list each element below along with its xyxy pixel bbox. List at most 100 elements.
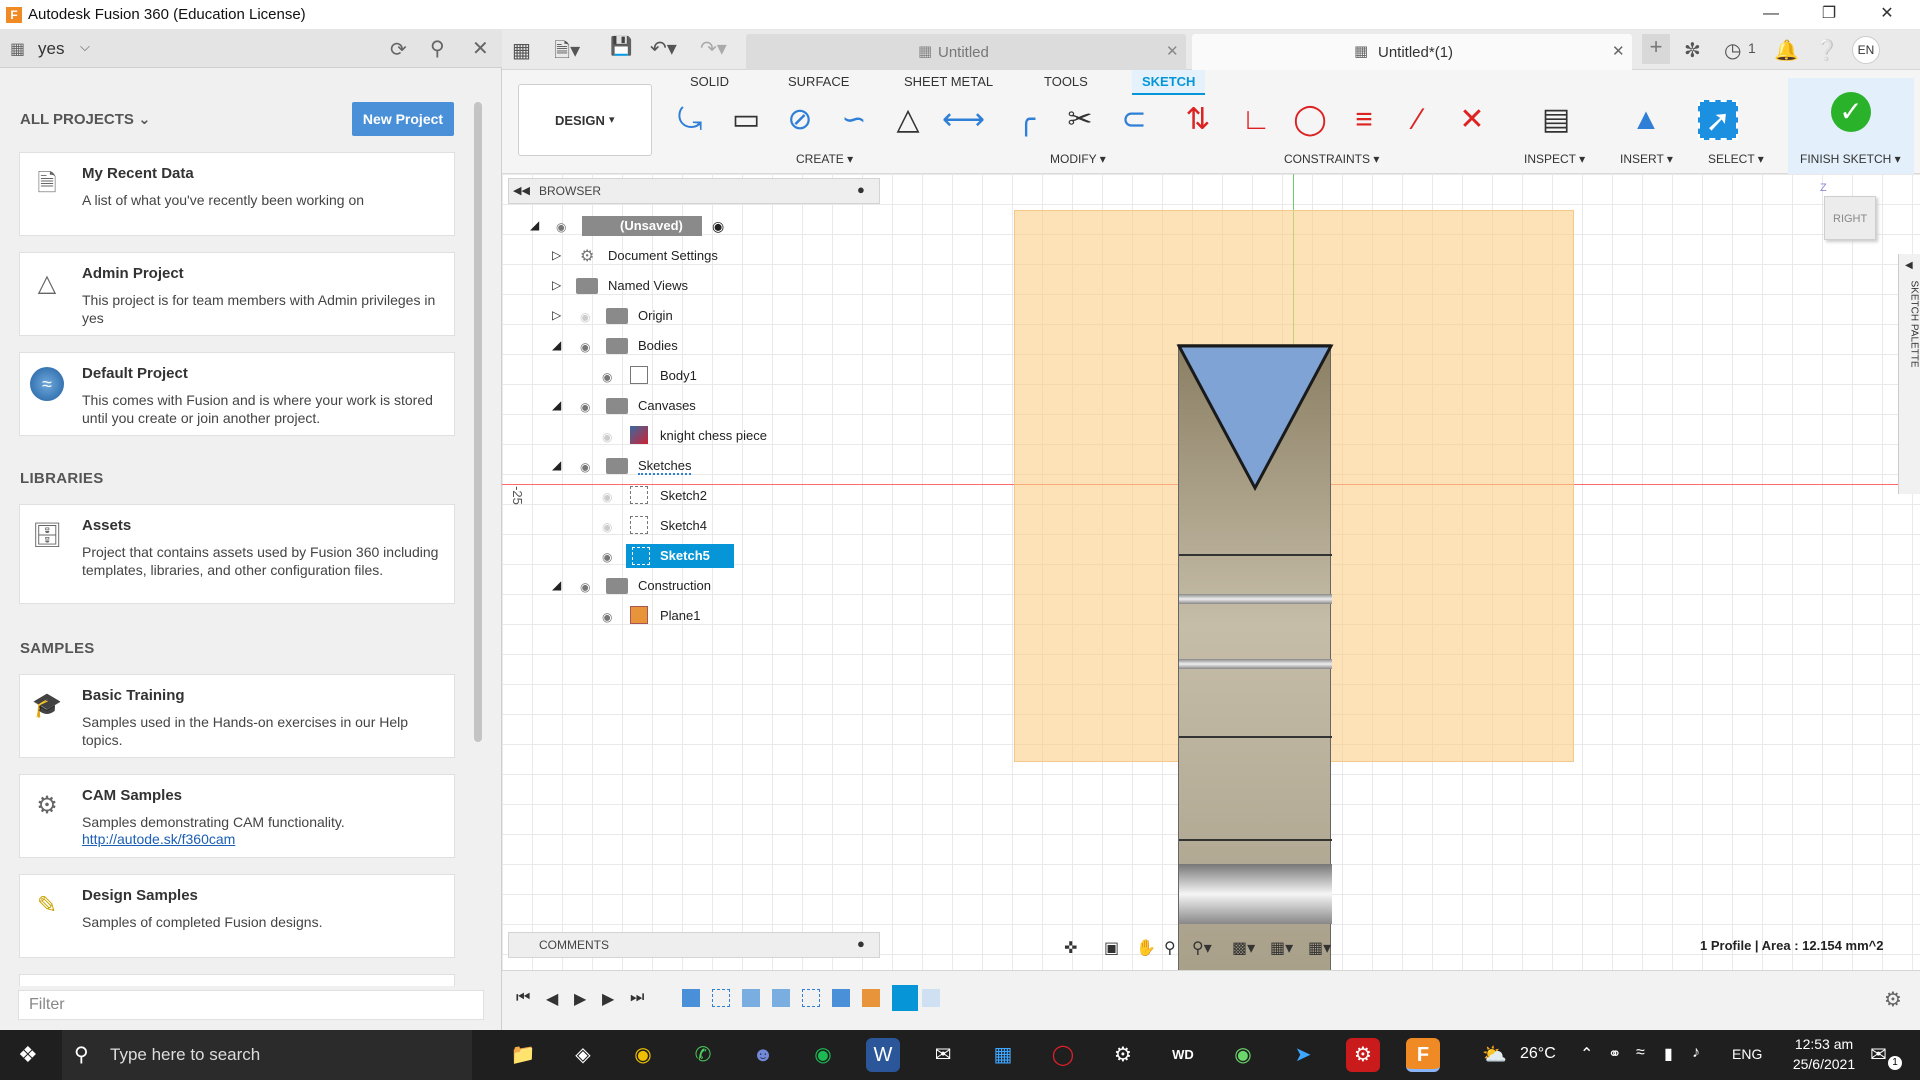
select-menu[interactable]: SELECT ▾ [1708, 152, 1764, 166]
tab-tools[interactable]: TOOLS [1044, 74, 1088, 89]
expand-triangle-icon[interactable]: ◢ [530, 218, 539, 232]
help-icon[interactable]: ❔ [1814, 38, 1839, 63]
weather-temp[interactable]: 26°C [1520, 1045, 1556, 1063]
tree-node-plane1[interactable]: ◉ Plane1 [574, 604, 774, 628]
language-indicator[interactable]: ENG [1732, 1046, 1762, 1062]
sketch-feature-icon[interactable] [802, 989, 820, 1007]
tree-node-knight-canvas[interactable]: ◉ knight chess piece [574, 424, 814, 448]
expand-triangle-icon[interactable]: ▷ [552, 278, 561, 292]
go-to-end-icon[interactable]: ⏭ [630, 989, 644, 1007]
active-sketch-feature-icon[interactable] [892, 985, 918, 1011]
constraints-menu[interactable]: CONSTRAINTS ▾ [1284, 152, 1379, 166]
tab-surface[interactable]: SURFACE [788, 74, 849, 89]
sketch-palette-collapsed[interactable]: ◀ SKETCH PALETTE [1898, 254, 1920, 494]
predator-app-icon[interactable]: ◈ [566, 1038, 600, 1072]
all-projects-label[interactable]: ALL PROJECTS ⌄ [20, 110, 151, 128]
expand-triangle-icon[interactable]: ▷ [552, 248, 561, 262]
doc-tab-untitled-1[interactable]: ▦ Untitled*(1) ✕ [1192, 34, 1632, 70]
sample-card-cam[interactable]: ⚙ CAM Samples Samples demonstrating CAM … [19, 774, 455, 858]
hidden-eye-icon[interactable]: ◉ [602, 430, 620, 444]
feature-icon[interactable] [772, 989, 790, 1007]
job-status-icon[interactable]: ◷ [1724, 38, 1741, 63]
new-tab-icon[interactable]: + [1642, 34, 1670, 64]
library-card-assets[interactable]: 🗄 Assets Project that contains assets us… [19, 504, 455, 604]
tree-node-construction[interactable]: ◢ ◉ Construction [552, 574, 752, 598]
new-project-button[interactable]: New Project [352, 102, 454, 136]
action-center-icon[interactable]: ✉ [1870, 1042, 1887, 1067]
clock-date[interactable]: 25/6/2021 [1784, 1056, 1864, 1072]
opera-icon[interactable]: ◯ [1046, 1038, 1080, 1072]
tree-node-named-views[interactable]: ▷ Named Views [552, 274, 752, 298]
collapse-triangle-icon[interactable]: ◢ [552, 578, 561, 592]
insert-menu[interactable]: INSERT ▾ [1620, 152, 1673, 166]
tree-node-bodies[interactable]: ◢ ◉ Bodies [552, 334, 752, 358]
orbit-icon[interactable]: ✜ [1064, 938, 1077, 958]
tangent-constraint-icon[interactable]: ◯ [1290, 100, 1330, 140]
doc-tab-untitled[interactable]: ▦ Untitled ✕ [746, 34, 1186, 70]
offset-tool-icon[interactable]: ⊂ [1114, 100, 1154, 140]
sample-card-basic-training[interactable]: 🎓 Basic Training Samples used in the Han… [19, 674, 455, 758]
step-forward-icon[interactable]: ▶ [602, 989, 614, 1009]
volume-icon[interactable]: ♪ [1692, 1044, 1700, 1062]
trim-scissors-icon[interactable]: ✂ [1060, 100, 1100, 140]
workspace-switcher[interactable]: DESIGN ▾ [518, 84, 652, 156]
file-explorer-icon[interactable]: 📁 [506, 1038, 540, 1072]
coincident-constraint-icon[interactable]: ⇅ [1178, 100, 1218, 140]
fillet-tool-icon[interactable]: ╭ [1006, 100, 1046, 140]
close-tab-icon[interactable]: ✕ [1612, 42, 1625, 60]
team-name[interactable]: yes [38, 39, 64, 59]
play-icon[interactable]: ▶ [574, 989, 586, 1009]
globe-app-icon[interactable]: ◉ [1226, 1038, 1260, 1072]
show-hidden-icons-chevron-icon[interactable]: ⌃ [1580, 1044, 1593, 1064]
view-cube-face[interactable]: RIGHT [1824, 196, 1876, 240]
finish-sketch-button[interactable]: FINISH SKETCH ▾ [1800, 152, 1901, 166]
hidden-eye-icon[interactable]: ◉ [580, 310, 598, 324]
inspect-menu[interactable]: INSPECT ▾ [1524, 152, 1585, 166]
tree-node-body1[interactable]: ◉ Body1 [574, 364, 774, 388]
project-card-admin[interactable]: △ Admin Project This project is for team… [19, 252, 455, 336]
spline-tool-icon[interactable]: ∽ [834, 100, 874, 140]
chrome-icon[interactable]: ◉ [626, 1038, 660, 1072]
collapse-browser-icon[interactable]: ◀◀ [513, 184, 530, 197]
rectangle-tool-icon[interactable]: ▭ [726, 100, 766, 140]
tree-node-sketch5[interactable]: ◉ Sketch5 [574, 544, 774, 568]
battery-icon[interactable]: ▮ [1664, 1044, 1673, 1064]
feature-icon[interactable] [922, 989, 940, 1007]
feature-icon[interactable] [832, 989, 850, 1007]
browser-options-icon[interactable]: ● [857, 182, 865, 197]
sample-card-design[interactable]: ✎ Design Samples Samples of completed Fu… [19, 874, 455, 958]
apps-grid-icon[interactable]: ▦ [512, 38, 531, 63]
tree-node-canvases[interactable]: ◢ ◉ Canvases [552, 394, 752, 418]
pan-hand-icon[interactable]: ✋ [1136, 938, 1156, 958]
spotify-icon[interactable]: ◉ [806, 1038, 840, 1072]
sketch-profile-triangle[interactable] [1174, 338, 1336, 498]
visibility-eye-icon[interactable]: ◉ [556, 220, 574, 234]
extrude-feature-icon[interactable] [742, 989, 760, 1007]
visibility-eye-icon[interactable]: ◉ [602, 370, 620, 384]
wd-backup-icon[interactable]: WD [1166, 1038, 1200, 1072]
chevron-down-icon[interactable]: ⌵ [80, 39, 90, 55]
tree-node-document-settings[interactable]: ▷ ⚙ Document Settings [552, 244, 752, 268]
microphone-icon[interactable]: ⚭ [1608, 1044, 1621, 1064]
snip-tool-icon[interactable]: ▦ [986, 1038, 1020, 1072]
modify-menu[interactable]: MODIFY ▾ [1050, 152, 1106, 166]
user-avatar[interactable]: EN [1852, 36, 1880, 64]
comments-panel[interactable]: COMMENTS ● [508, 932, 880, 958]
tree-node-sketch2[interactable]: ◉ Sketch2 [574, 484, 774, 508]
close-button[interactable]: ✕ [1858, 0, 1916, 30]
expand-triangle-icon[interactable]: ▷ [552, 308, 561, 322]
collapse-triangle-icon[interactable]: ◢ [552, 338, 561, 352]
close-tab-icon[interactable]: ✕ [1166, 42, 1179, 60]
project-card-recent[interactable]: 🗎 My Recent Data A list of what you've r… [19, 152, 455, 236]
dimension-tool-icon[interactable]: ⟷ [942, 100, 985, 140]
redo-icon[interactable]: ↷▾ [700, 36, 727, 61]
measure-tool-icon[interactable]: ▤ [1536, 100, 1576, 140]
equal-constraint-icon[interactable]: ≡ [1344, 100, 1384, 140]
hidden-eye-icon[interactable]: ◉ [602, 520, 620, 534]
browser-header[interactable]: ◀◀ BROWSER ● [508, 178, 880, 204]
file-menu-icon[interactable]: 🗎▾ [554, 36, 580, 70]
whatsapp-icon[interactable]: ✆ [686, 1038, 720, 1072]
add-comment-icon[interactable]: ● [857, 936, 865, 951]
tree-node-sketches[interactable]: ◢ ◉ Sketches [552, 454, 752, 478]
fit-icon[interactable]: ⚲▾ [1192, 938, 1212, 958]
